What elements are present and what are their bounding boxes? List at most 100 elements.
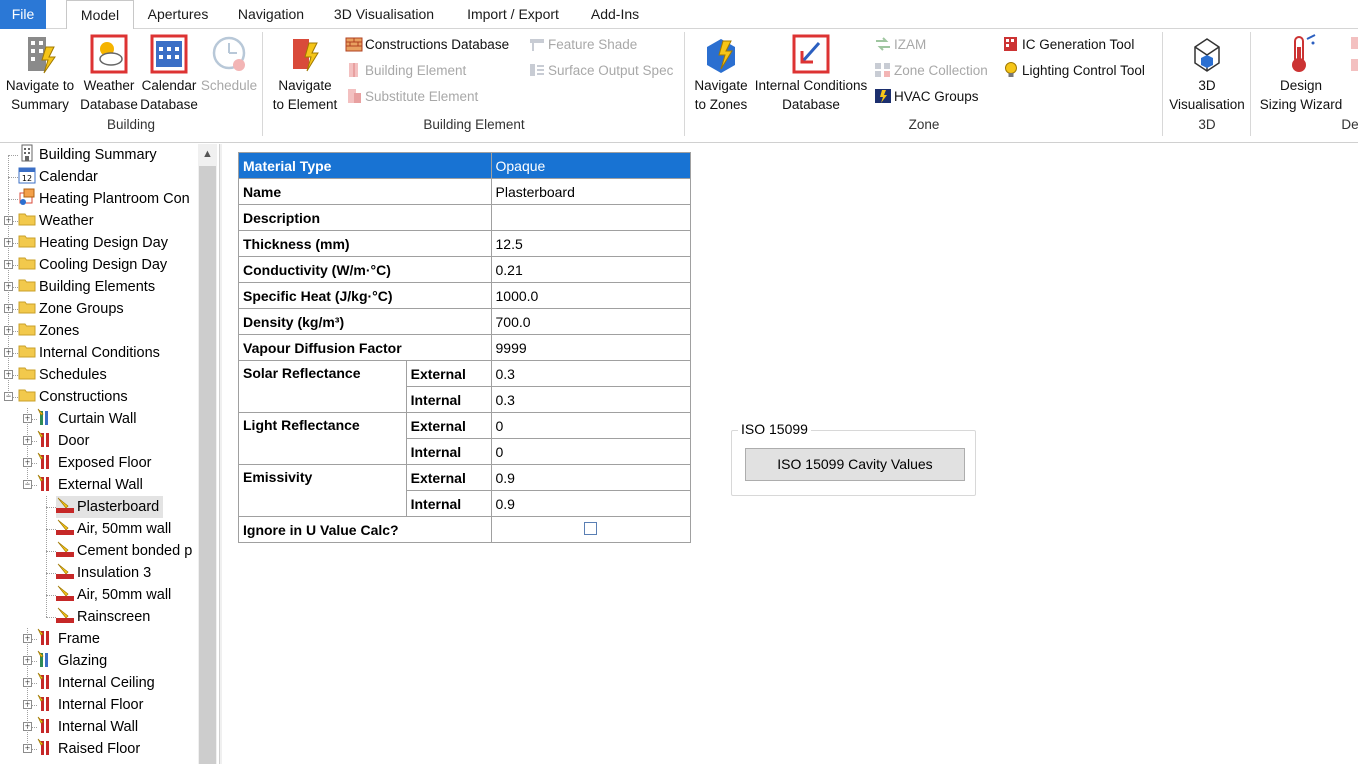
- tree-item[interactable]: Door: [37, 430, 89, 452]
- ic-generation-tool-button[interactable]: IC Generation Tool: [1002, 34, 1134, 56]
- weather-sun-cloud-icon: [90, 34, 128, 74]
- substitute-element-button[interactable]: Substitute Element: [345, 86, 478, 108]
- grid-row-vapour[interactable]: Vapour Diffusion Factor 9999: [238, 334, 691, 361]
- surface-output-icon: [530, 64, 544, 76]
- tab-model[interactable]: Model: [66, 0, 134, 30]
- schedule-button[interactable]: Schedule: [200, 33, 258, 95]
- tree-item[interactable]: Zone Groups: [18, 298, 124, 320]
- 3d-visualisation-label-2: Visualisation: [1169, 97, 1245, 112]
- hvac-groups-button[interactable]: HVAC Groups: [874, 86, 979, 108]
- vapour-diffusion-value[interactable]: 9999: [490, 334, 691, 361]
- tree-item[interactable]: Air, 50mm wall: [56, 584, 171, 606]
- navigate-to-summary-button[interactable]: Navigate to Summary: [2, 33, 78, 114]
- construction-icon: [37, 430, 55, 449]
- description-value[interactable]: [490, 204, 691, 231]
- grid-row-thickness[interactable]: Thickness (mm) 12.5: [238, 230, 691, 257]
- tab-3d-visualisation[interactable]: 3D Visualisation: [328, 0, 440, 29]
- conductivity-value[interactable]: 0.21: [490, 256, 691, 283]
- surface-output-spec-button[interactable]: Surface Output Spec: [528, 60, 673, 82]
- grid-row-density[interactable]: Density (kg/m³) 700.0: [238, 308, 691, 335]
- tree-item-label: Internal Conditions: [39, 345, 160, 361]
- tree-item[interactable]: Glazing: [37, 650, 107, 672]
- tree-item[interactable]: Insulation 3: [56, 562, 151, 584]
- grid-row-conductivity[interactable]: Conductivity (W/m·°C) 0.21: [238, 256, 691, 283]
- light-external-value[interactable]: 0: [490, 412, 691, 439]
- zone-collection-icon: [875, 63, 890, 77]
- tree-item[interactable]: Constructions: [18, 386, 128, 408]
- specific-heat-value[interactable]: 1000.0: [490, 282, 691, 309]
- tree-item[interactable]: Cement bonded p: [56, 540, 192, 562]
- tree-item[interactable]: Internal Floor: [37, 694, 143, 716]
- 3d-visualisation-button[interactable]: 3D Visualisation: [1166, 33, 1248, 114]
- tree-item-label: Building Elements: [39, 279, 156, 295]
- construction-icon: [37, 738, 55, 757]
- internal-conditions-database-button[interactable]: Internal Conditions Database: [752, 33, 870, 114]
- grid-row-solar-external[interactable]: Solar Reflectance External 0.3: [238, 360, 691, 413]
- tree-item[interactable]: Internal Conditions: [18, 342, 160, 364]
- tab-add-ins[interactable]: Add-Ins: [584, 0, 646, 29]
- scroll-up-arrow-icon[interactable]: ▲: [198, 144, 217, 164]
- tree-item[interactable]: Rainscreen: [56, 606, 150, 628]
- grid-row-specific-heat[interactable]: Specific Heat (J/kg·°C) 1000.0: [238, 282, 691, 309]
- tree-item[interactable]: External Wall: [37, 474, 143, 496]
- light-internal-value[interactable]: 0: [490, 438, 691, 465]
- design-sizing-wizard-button[interactable]: Design Sizing Wizard: [1254, 33, 1348, 114]
- grid-row-name[interactable]: Name Plasterboard: [238, 178, 691, 205]
- tree-item[interactable]: Building Elements: [18, 276, 155, 298]
- thickness-value[interactable]: 12.5: [490, 230, 691, 257]
- material-type-value[interactable]: Opaque: [490, 152, 691, 179]
- tab-import-export[interactable]: Import / Export: [458, 0, 568, 29]
- tab-apertures[interactable]: Apertures: [138, 0, 218, 29]
- iso-15099-cavity-values-button[interactable]: ISO 15099 Cavity Values: [745, 448, 965, 481]
- tree-item[interactable]: Plasterboard: [56, 496, 164, 518]
- solar-external-value[interactable]: 0.3: [490, 360, 691, 387]
- pane-splitter[interactable]: [219, 144, 222, 764]
- name-value[interactable]: Plasterboard: [490, 178, 691, 205]
- grid-row-description[interactable]: Description: [238, 204, 691, 231]
- navigate-to-element-button[interactable]: Navigate to Element: [270, 33, 340, 114]
- tree-item[interactable]: Building Summary: [18, 144, 157, 166]
- tree-item[interactable]: Cooling Design Day: [18, 254, 167, 276]
- tree-item[interactable]: Air, 50mm wall: [56, 518, 171, 540]
- tree-item[interactable]: Curtain Wall: [37, 408, 136, 430]
- tree-item-label: Heating Design Day: [39, 235, 168, 251]
- constructions-database-button[interactable]: Constructions Database: [345, 34, 509, 56]
- grid-row-ignore-u[interactable]: Ignore in U Value Calc?: [238, 516, 691, 543]
- weather-database-button[interactable]: Weather Database: [80, 33, 138, 114]
- building-element-button[interactable]: Building Element: [345, 60, 466, 82]
- grid-row-material-type[interactable]: Material Type Opaque: [238, 152, 691, 179]
- zone-collection-button[interactable]: Zone Collection: [874, 60, 988, 82]
- tree-item[interactable]: Internal Ceiling: [37, 672, 155, 694]
- tree-item[interactable]: Internal Wall: [37, 716, 138, 738]
- tree-item[interactable]: Heating Plantroom Con: [18, 188, 190, 210]
- feature-shade-label: Feature Shade: [548, 37, 638, 52]
- scrollbar-thumb[interactable]: [199, 166, 216, 764]
- solar-internal-value[interactable]: 0.3: [490, 386, 691, 413]
- tree-item[interactable]: 12 Calendar: [18, 166, 98, 188]
- tab-navigation[interactable]: Navigation: [228, 0, 314, 29]
- tree-item[interactable]: Schedules: [18, 364, 107, 386]
- tree-scrollbar[interactable]: ▲: [198, 144, 217, 764]
- grid-row-emissivity-external[interactable]: Emissivity External 0.9: [238, 464, 691, 517]
- navigate-to-summary-label-2: Summary: [11, 97, 69, 112]
- calendar-database-button[interactable]: Calendar Database: [140, 33, 198, 114]
- emissivity-external-value[interactable]: 0.9: [490, 464, 691, 491]
- grid-row-light-external[interactable]: Light Reflectance External 0: [238, 412, 691, 465]
- tree-item[interactable]: Raised Floor: [37, 738, 140, 760]
- density-value[interactable]: 700.0: [490, 308, 691, 335]
- ignore-u-value-checkbox[interactable]: [584, 521, 598, 535]
- tree-item[interactable]: Heating Design Day: [18, 232, 168, 254]
- tab-file[interactable]: File: [0, 0, 46, 29]
- lighting-control-tool-button[interactable]: Lighting Control Tool: [1002, 60, 1145, 82]
- tree-item[interactable]: Frame: [37, 628, 100, 650]
- tree-item[interactable]: Weather: [18, 210, 94, 232]
- feature-shade-button[interactable]: Feature Shade: [528, 34, 637, 56]
- tree-item-label: Building Summary: [39, 147, 157, 163]
- tree-item-label: Exposed Floor: [58, 455, 152, 471]
- tree-item[interactable]: Exposed Floor: [37, 452, 152, 474]
- tree-item[interactable]: Zones: [18, 320, 79, 342]
- truncated-tool-icon: [1351, 37, 1358, 71]
- emissivity-internal-value[interactable]: 0.9: [490, 490, 691, 517]
- izam-button[interactable]: IZAM: [874, 34, 926, 56]
- navigate-to-zones-button[interactable]: Navigate to Zones: [690, 33, 752, 114]
